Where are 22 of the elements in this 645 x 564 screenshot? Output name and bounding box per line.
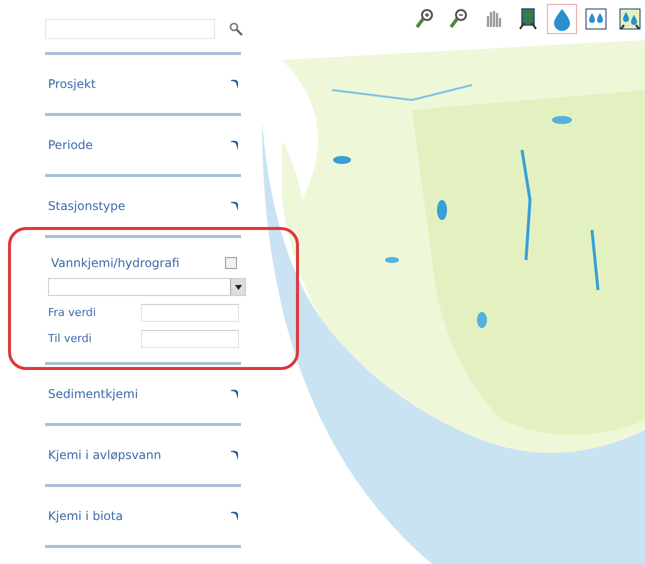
section-header[interactable]: Periode xyxy=(45,116,241,174)
section-header[interactable]: Prosjekt xyxy=(45,55,241,113)
expand-arrow-icon xyxy=(231,511,239,521)
caret-icon xyxy=(234,284,242,290)
expand-arrow-icon xyxy=(231,201,239,211)
checkbox[interactable] xyxy=(225,257,237,269)
field-label: Fra verdi xyxy=(48,304,96,321)
field-label: Til verdi xyxy=(48,330,92,347)
dropdown-field[interactable] xyxy=(48,278,246,296)
section-header[interactable]: Kjemi i biota xyxy=(45,487,241,545)
expand-arrow-icon xyxy=(231,389,239,399)
section-title[interactable]: Vannkjemi/hydrografi xyxy=(51,254,180,272)
section-header[interactable]: Stasjonstype xyxy=(45,177,241,235)
search-field[interactable] xyxy=(45,19,215,39)
section-header[interactable]: Kjemi i avløpsvann xyxy=(45,426,241,484)
expand-arrow-icon xyxy=(231,140,239,150)
input-field[interactable] xyxy=(141,330,239,348)
section-header[interactable]: Sedimentkjemi xyxy=(45,365,241,423)
input-field[interactable] xyxy=(141,304,239,322)
expand-arrow-icon xyxy=(231,450,239,460)
search-icon[interactable] xyxy=(229,22,243,36)
expand-arrow-icon xyxy=(231,79,239,89)
